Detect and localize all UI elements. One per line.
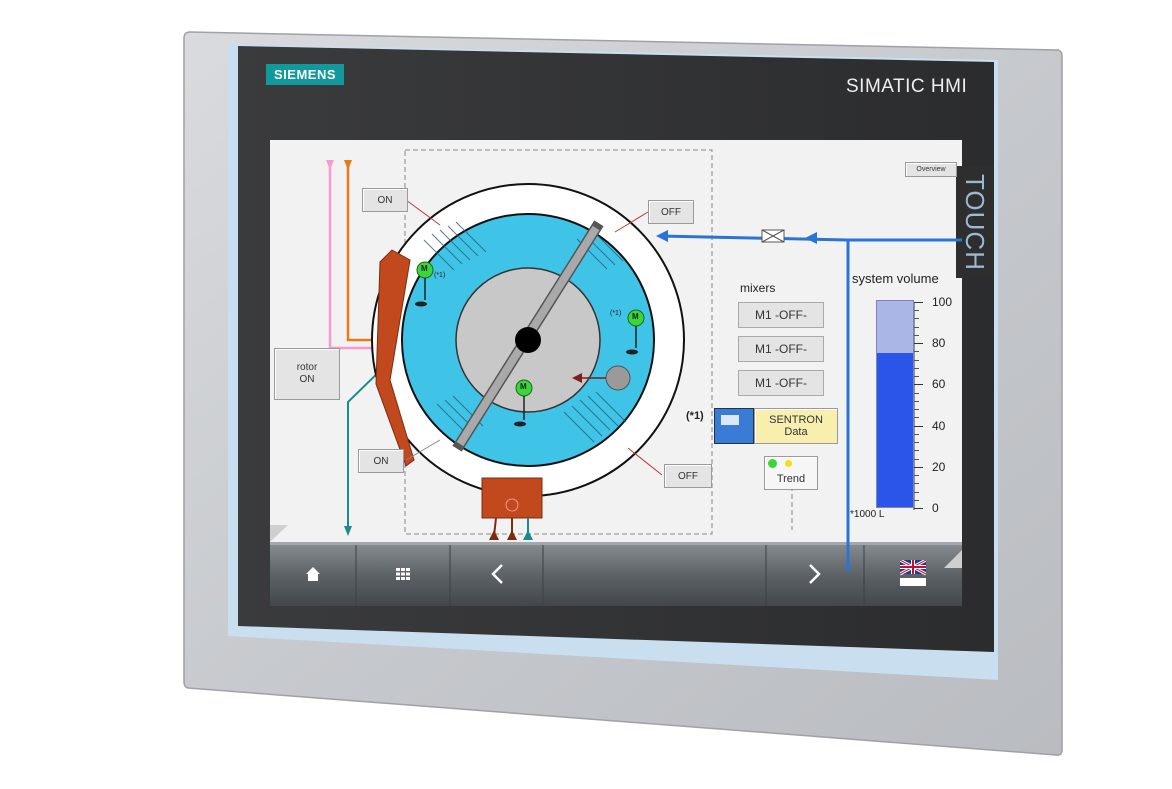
volume-minor-tick <box>914 491 919 493</box>
chevron-right-icon <box>809 564 821 584</box>
mixer-status-button[interactable]: M1 -OFF- <box>738 370 824 396</box>
hmi-device: SIEMENS SIMATIC HMI TOUCH M M M (*1) (*1… <box>0 0 1172 789</box>
volume-unit: *1000 L <box>850 509 885 520</box>
mixer-status-button[interactable]: M1 -OFF- <box>738 336 824 362</box>
volume-minor-tick <box>914 450 919 452</box>
volume-tick-label: 100 <box>932 295 953 309</box>
trend-yellow-led-icon <box>785 460 792 467</box>
menu-button[interactable] <box>356 542 450 606</box>
volume-minor-tick <box>914 392 919 394</box>
volume-minor-tick <box>914 409 919 411</box>
volume-minor-tick <box>914 417 919 419</box>
trend-green-led-icon <box>768 459 777 468</box>
rotor-on-button[interactable]: rotor ON <box>274 348 340 400</box>
motor-label: M <box>520 382 527 391</box>
device-frame <box>183 31 1063 756</box>
volume-minor-tick <box>914 442 919 444</box>
volume-minor-tick <box>914 458 919 460</box>
volume-minor-tick <box>914 351 919 353</box>
touch-label: TOUCH <box>956 166 994 278</box>
volume-minor-tick <box>914 433 919 435</box>
volume-minor-tick <box>914 483 919 485</box>
volume-tick-label: 40 <box>932 418 946 433</box>
forward-button[interactable] <box>766 542 864 606</box>
product-name: SIMATIC HMI <box>846 76 968 97</box>
volume-minor-tick <box>914 318 919 320</box>
motor-label: M <box>632 312 639 321</box>
volume-minor-tick <box>914 334 919 336</box>
system-volume-title: system volume <box>852 271 939 286</box>
motor-label: M <box>421 264 428 273</box>
home-icon <box>306 567 320 581</box>
volume-tick-mark <box>914 425 923 427</box>
volume-tick-mark <box>914 508 923 509</box>
note-mark: (*1) <box>434 272 446 279</box>
volume-bar-fill <box>877 352 913 507</box>
volume-tick-label: 20 <box>932 459 946 474</box>
volume-minor-tick <box>914 499 919 501</box>
sentron-note: (*1) <box>686 410 704 422</box>
volume-tick-mark <box>914 384 923 386</box>
volume-tick-label: 0 <box>932 501 939 515</box>
volume-minor-tick <box>914 326 919 328</box>
siemens-logo: SIEMENS <box>266 64 344 85</box>
volume-minor-tick <box>914 359 919 361</box>
off-button-bottom[interactable]: OFF <box>664 464 712 488</box>
volume-tick-label: 80 <box>932 336 946 351</box>
volume-tick-mark <box>914 343 923 345</box>
overview-button[interactable]: Overview <box>905 162 957 177</box>
back-button[interactable] <box>450 542 543 606</box>
on-button-top[interactable]: ON <box>362 188 408 212</box>
mixer-status-button[interactable]: M1 -OFF- <box>738 302 824 328</box>
volume-minor-tick <box>914 475 919 477</box>
on-button-bottom[interactable]: ON <box>358 449 404 473</box>
volume-minor-tick <box>914 367 919 369</box>
home-button[interactable] <box>270 542 356 606</box>
volume-minor-tick <box>914 376 919 378</box>
uk-flag-icon <box>900 560 926 586</box>
volume-minor-tick <box>914 400 919 402</box>
language-button[interactable] <box>864 542 962 606</box>
volume-tick-label: 60 <box>932 377 946 392</box>
volume-bar <box>876 300 914 508</box>
sentron-device-icon <box>714 408 754 444</box>
volume-minor-tick <box>914 310 919 312</box>
mixers-heading: mixers <box>740 281 776 295</box>
off-button-top[interactable]: OFF <box>648 200 694 224</box>
volume-tick-mark <box>914 302 923 303</box>
chevron-left-icon <box>490 564 503 584</box>
volume-tick-mark <box>914 466 923 468</box>
note-mark: (*1) <box>610 310 622 317</box>
sentron-data-button[interactable]: SENTRON Data <box>754 408 838 444</box>
grid-icon <box>396 568 410 580</box>
